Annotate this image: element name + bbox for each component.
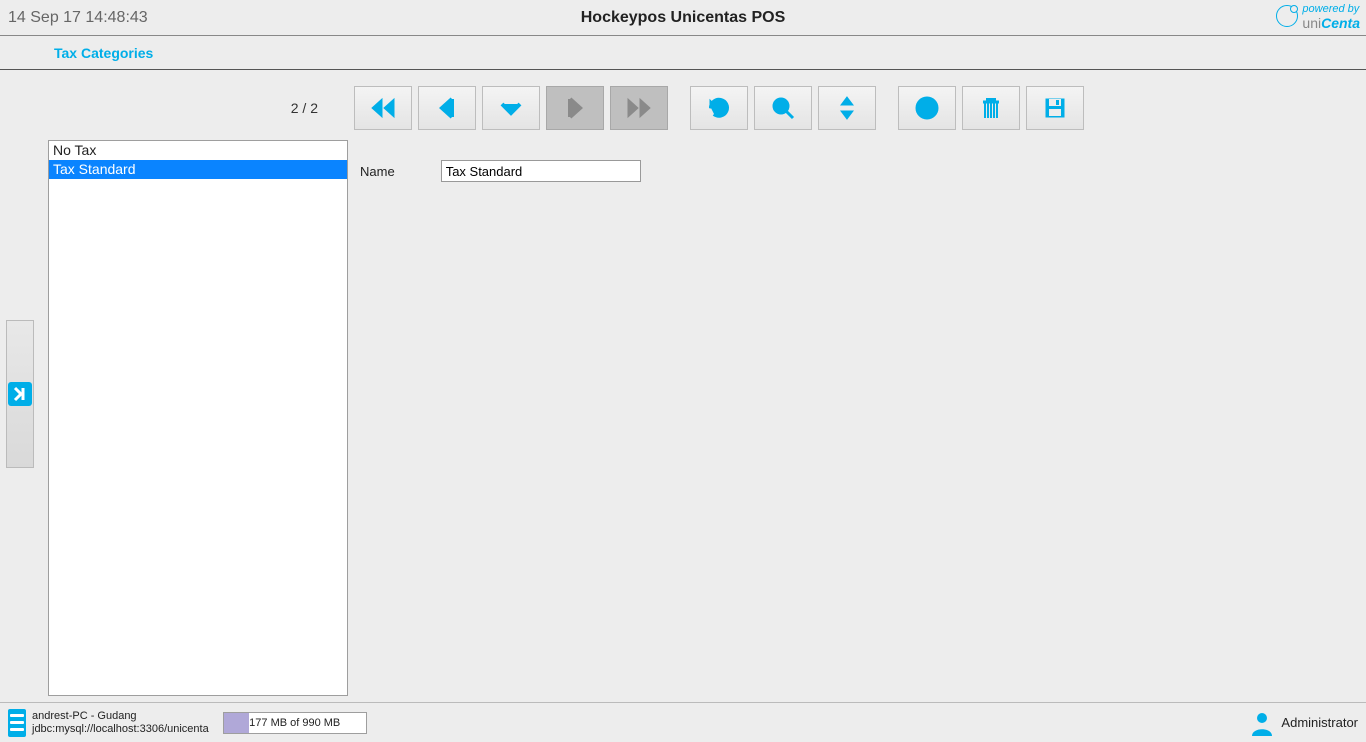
name-label: Name (360, 164, 395, 179)
branding-line2b: Centa (1321, 15, 1360, 31)
form-area: Name (348, 140, 1364, 696)
pager-label: 2 / 2 (48, 100, 348, 116)
user-icon (1249, 710, 1275, 736)
next-record-button (546, 86, 604, 130)
panel-title: Tax Categories (0, 36, 1366, 70)
category-list[interactable]: No TaxTax Standard (48, 140, 348, 696)
app-title: Hockeypos Unicentas POS (0, 9, 1366, 27)
toolbar: 2 / 2 (48, 80, 1364, 136)
save-button[interactable] (1026, 86, 1084, 130)
title-bar: 14 Sep 17 14:48:43 Hockeypos Unicentas P… (0, 0, 1366, 36)
first-record-button[interactable] (354, 86, 412, 130)
branding-line2a: uni (1302, 15, 1321, 31)
add-button[interactable] (898, 86, 956, 130)
list-item[interactable]: No Tax (49, 141, 347, 160)
main-area: 2 / 2 (0, 72, 1366, 702)
timestamp: 14 Sep 17 14:48:43 (8, 9, 148, 27)
sort-button[interactable] (818, 86, 876, 130)
list-item[interactable]: Tax Standard (49, 160, 347, 179)
prev-record-button[interactable] (418, 86, 476, 130)
branding-circle-icon (1276, 5, 1298, 27)
memory-gauge[interactable]: 177 MB of 990 MB (223, 712, 367, 734)
refresh-button[interactable] (690, 86, 748, 130)
branding-line1: powered by (1302, 2, 1360, 16)
status-host: andrest-PC - Gudang (32, 710, 209, 723)
status-connection: jdbc:mysql://localhost:3306/unicenta (32, 723, 209, 736)
name-input[interactable] (441, 160, 641, 182)
expand-sidebar-icon (8, 382, 32, 406)
expand-down-button[interactable] (482, 86, 540, 130)
branding-logo: powered by uniCenta (1276, 2, 1360, 30)
search-button[interactable] (754, 86, 812, 130)
status-user: Administrator (1281, 715, 1358, 730)
memory-label: 177 MB of 990 MB (249, 717, 340, 729)
status-bar: andrest-PC - Gudang jdbc:mysql://localho… (0, 702, 1366, 742)
database-icon (8, 709, 26, 737)
last-record-button (610, 86, 668, 130)
delete-button[interactable] (962, 86, 1020, 130)
sidebar-toggle[interactable] (6, 320, 34, 468)
